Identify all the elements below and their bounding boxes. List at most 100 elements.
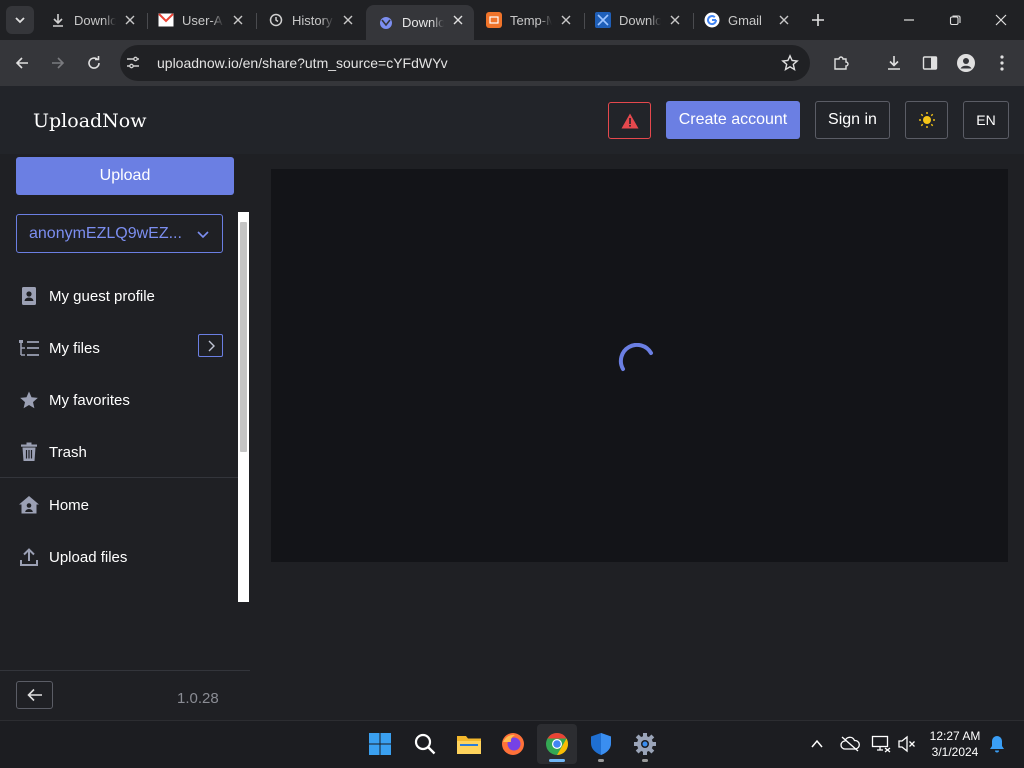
avatar-icon <box>957 54 975 72</box>
tab-gmail[interactable]: Gmail <box>692 5 800 35</box>
forward-button[interactable] <box>46 51 70 75</box>
theme-toggle-button[interactable] <box>905 101 948 139</box>
sidebar-divider <box>0 477 238 478</box>
star-outline-icon <box>781 54 799 71</box>
running-app-indicator <box>598 759 604 762</box>
gmail-favicon <box>158 12 174 28</box>
tab-uploadnow-active[interactable]: Downlo <box>366 5 474 40</box>
sidebar-item-my-files[interactable]: My files <box>18 333 100 363</box>
sidebar-item-home[interactable]: Home <box>18 490 89 520</box>
chevron-right-icon <box>208 340 215 351</box>
taskbar-settings[interactable] <box>625 724 665 764</box>
sign-in-button[interactable]: Sign in <box>815 101 890 139</box>
downloads-button[interactable] <box>882 51 906 75</box>
onedrive-button[interactable] <box>840 734 860 754</box>
network-button[interactable] <box>871 734 891 754</box>
sun-icon <box>918 112 935 128</box>
upload-button[interactable]: Upload <box>16 157 234 195</box>
running-app-indicator <box>642 759 648 762</box>
expand-my-files-button[interactable] <box>198 334 223 357</box>
extensions-button[interactable] <box>829 51 853 75</box>
upload-icon <box>18 546 40 568</box>
window-close-button[interactable] <box>989 8 1013 32</box>
chevron-up-icon <box>811 739 823 748</box>
close-icon[interactable] <box>122 12 138 28</box>
warning-icon <box>621 113 638 128</box>
sidebar-item-guest-profile[interactable]: My guest profile <box>18 281 155 311</box>
system-clock[interactable]: 12:27 AM 3/1/2024 <box>922 728 988 760</box>
notifications-button[interactable] <box>987 734 1007 754</box>
chrome-icon <box>546 733 568 755</box>
taskbar-chrome[interactable] <box>537 724 577 764</box>
close-icon[interactable] <box>450 12 466 28</box>
account-select[interactable]: anonymEZLQ9wEZ... <box>16 214 223 253</box>
tab-search-button[interactable] <box>6 6 34 34</box>
chevron-down-icon <box>15 17 25 24</box>
search-icon <box>414 733 436 755</box>
restore-button[interactable] <box>943 8 967 32</box>
create-account-button[interactable]: Create account <box>666 101 800 139</box>
sidebar-item-label: Home <box>49 496 90 514</box>
shield-icon <box>591 733 611 755</box>
tab-download-2[interactable]: Downlo <box>583 5 691 35</box>
sidebar-item-trash[interactable]: Trash <box>18 437 87 467</box>
reload-button[interactable] <box>82 51 106 75</box>
tab-title: User-A <box>182 12 223 28</box>
sidebar-item-upload-files[interactable]: Upload files <box>18 542 127 572</box>
history-icon <box>268 12 284 28</box>
profile-button[interactable] <box>954 51 978 75</box>
taskbar-firefox[interactable] <box>493 724 533 764</box>
site-info-icon[interactable] <box>124 54 142 72</box>
clock-date: 3/1/2024 <box>931 745 979 759</box>
chevron-down-icon <box>197 231 209 239</box>
sidebar-scrollbar-thumb[interactable] <box>240 222 247 452</box>
taskbar-file-explorer[interactable] <box>449 724 489 764</box>
sidebar-item-label: My favorites <box>49 391 130 409</box>
restore-icon <box>949 15 961 26</box>
close-icon[interactable] <box>340 12 356 28</box>
collapse-sidebar-button[interactable] <box>16 681 53 709</box>
clock-time: 12:27 AM <box>929 729 981 743</box>
close-icon[interactable] <box>776 12 792 28</box>
language-button[interactable]: EN <box>963 101 1009 139</box>
side-panel-button[interactable] <box>918 51 942 75</box>
taskbar-windows-security[interactable] <box>581 724 621 764</box>
new-tab-button[interactable] <box>808 10 828 30</box>
show-hidden-icons-button[interactable] <box>807 734 827 754</box>
app-version: 1.0.28 <box>177 690 219 707</box>
close-icon[interactable] <box>558 12 574 28</box>
close-icon[interactable] <box>667 12 683 28</box>
back-button[interactable] <box>10 51 34 75</box>
tab-history[interactable]: History <box>256 5 364 35</box>
tab-title: Downlo <box>619 12 661 28</box>
firefox-icon <box>502 733 524 755</box>
alert-button[interactable] <box>608 102 651 139</box>
profile-icon <box>18 285 40 307</box>
browser-menu-button[interactable] <box>990 51 1014 75</box>
bookmark-button[interactable] <box>778 51 802 75</box>
tab-title: Temp-M <box>510 12 552 28</box>
sidebar-item-my-favorites[interactable]: My favorites <box>18 385 130 415</box>
kebab-menu-icon <box>1000 55 1004 71</box>
windows-logo-icon <box>369 733 391 755</box>
volume-button[interactable] <box>897 734 917 754</box>
tab-download-1[interactable]: Downlo <box>38 5 146 35</box>
app-logo[interactable]: UploadNow <box>33 110 147 132</box>
tab-title: History <box>292 12 333 28</box>
close-icon <box>995 14 1007 26</box>
network-icon <box>871 735 891 753</box>
minimize-button[interactable] <box>897 8 921 32</box>
tab-title: Downlo <box>402 15 444 30</box>
tab-title: Downlo <box>74 12 116 28</box>
tab-user-agent[interactable]: User-A <box>146 5 254 35</box>
url-text[interactable]: uploadnow.io/en/share?utm_source=cYFdWYv <box>157 55 448 71</box>
close-icon[interactable] <box>230 12 246 28</box>
sidebar-item-label: Trash <box>49 443 87 461</box>
start-button[interactable] <box>360 724 400 764</box>
taskbar-search-button[interactable] <box>405 724 445 764</box>
tab-temp-mail[interactable]: Temp-M <box>474 5 582 35</box>
download-icon <box>50 12 66 28</box>
arrow-left-icon <box>15 57 28 69</box>
files-tree-icon <box>18 337 40 359</box>
cloud-offline-icon <box>840 736 860 752</box>
